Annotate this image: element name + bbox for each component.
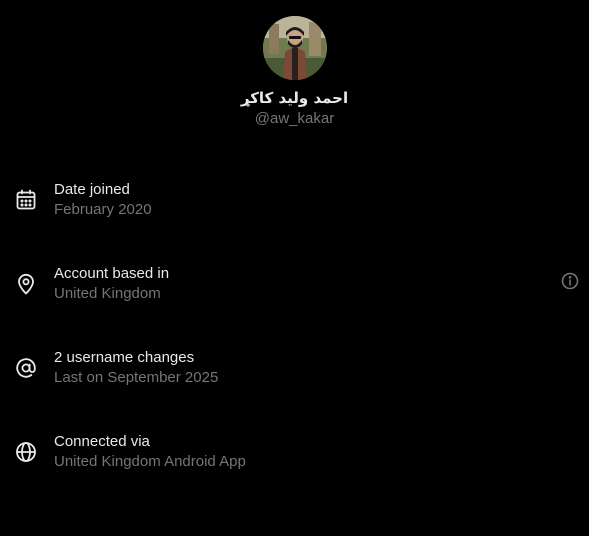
about-row-connected-via: Connected via United Kingdom Android App: [14, 432, 589, 476]
row-title: Account based in: [54, 265, 170, 282]
row-title: Date joined: [54, 181, 130, 198]
row-subtitle: February 2020: [54, 201, 152, 218]
row-subtitle: United Kingdom Android App: [54, 453, 246, 470]
username-handle: @aw_kakar: [254, 110, 335, 127]
globe-icon: [14, 440, 38, 464]
about-row-date-joined: Date joined February 2020: [14, 180, 589, 224]
location-pin-icon: [14, 272, 38, 296]
avatar[interactable]: [262, 16, 327, 80]
info-icon[interactable]: [561, 272, 579, 290]
about-row-account-based-in: Account based in United Kingdom: [14, 264, 589, 308]
about-row-username-changes: 2 username changes Last on September 202…: [14, 348, 589, 392]
row-title: 2 username changes: [54, 349, 195, 366]
display-name: احمد وليد كاكړ: [240, 89, 349, 107]
row-subtitle: Last on September 2025: [54, 369, 219, 386]
at-sign-icon: [14, 356, 38, 380]
calendar-icon: [14, 188, 38, 212]
profile-header: احمد وليد كاكړ @aw_kakar: [0, 16, 589, 128]
row-subtitle: United Kingdom: [54, 285, 161, 302]
row-title: Connected via: [54, 433, 150, 450]
